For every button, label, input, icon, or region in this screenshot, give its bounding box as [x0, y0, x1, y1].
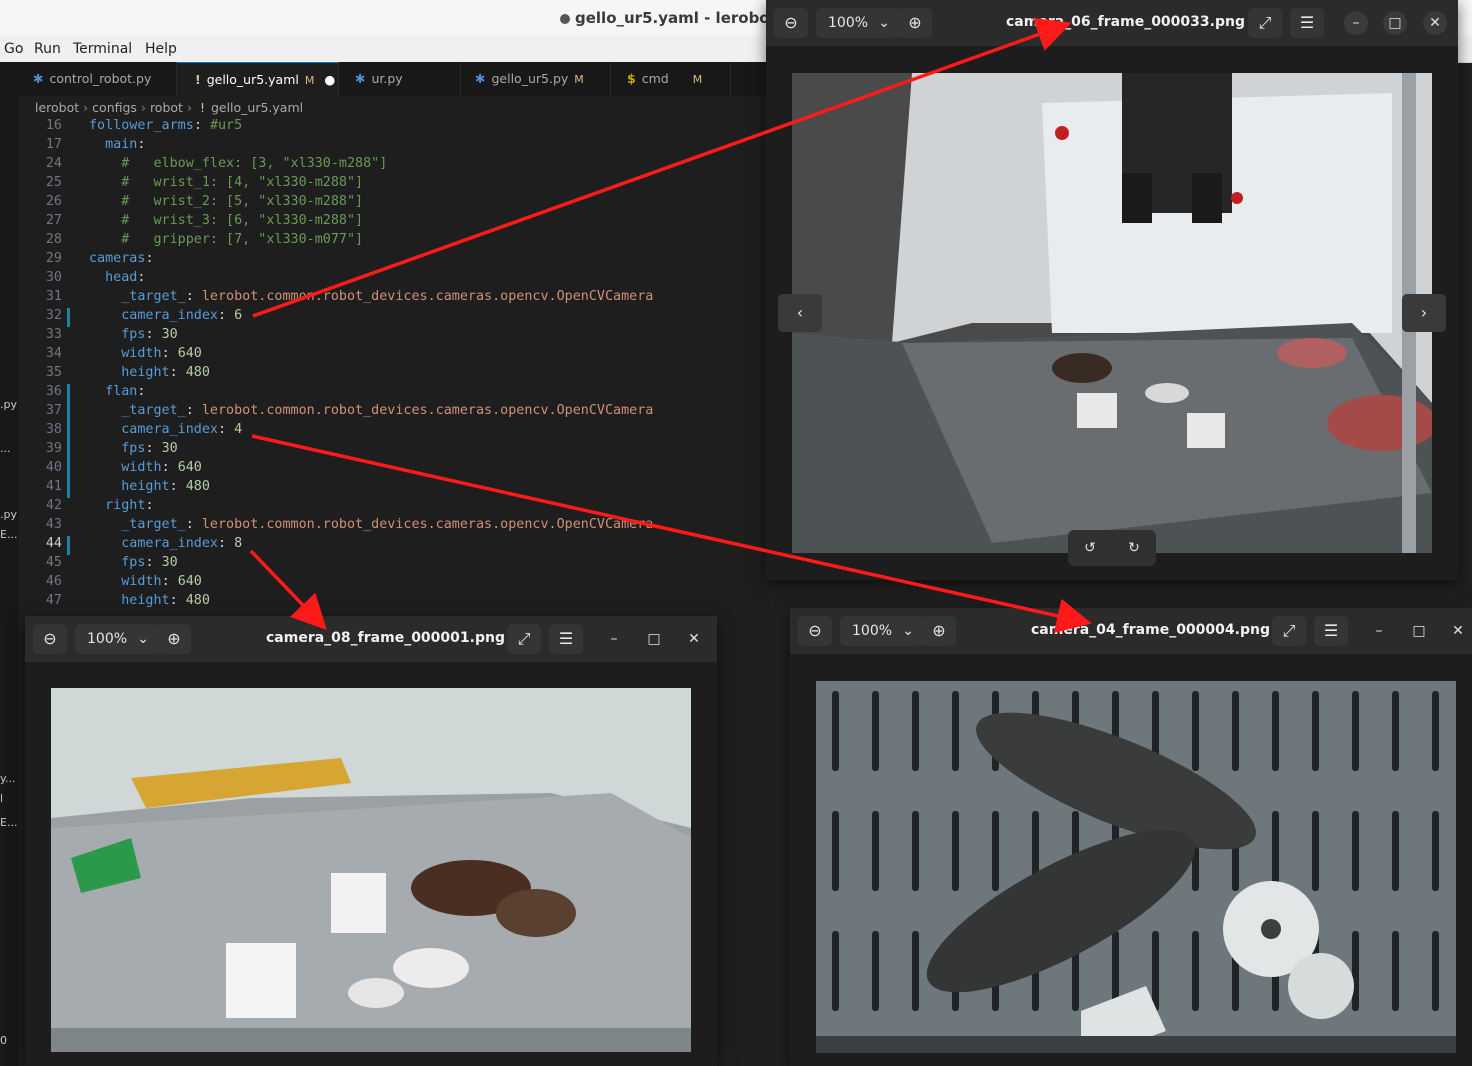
- arrow-camera-8: [249, 549, 327, 631]
- annotation-arrows: [249, 17, 1092, 633]
- arrow-camera-4: [251, 434, 1092, 633]
- arrow-camera-6: [252, 17, 1072, 318]
